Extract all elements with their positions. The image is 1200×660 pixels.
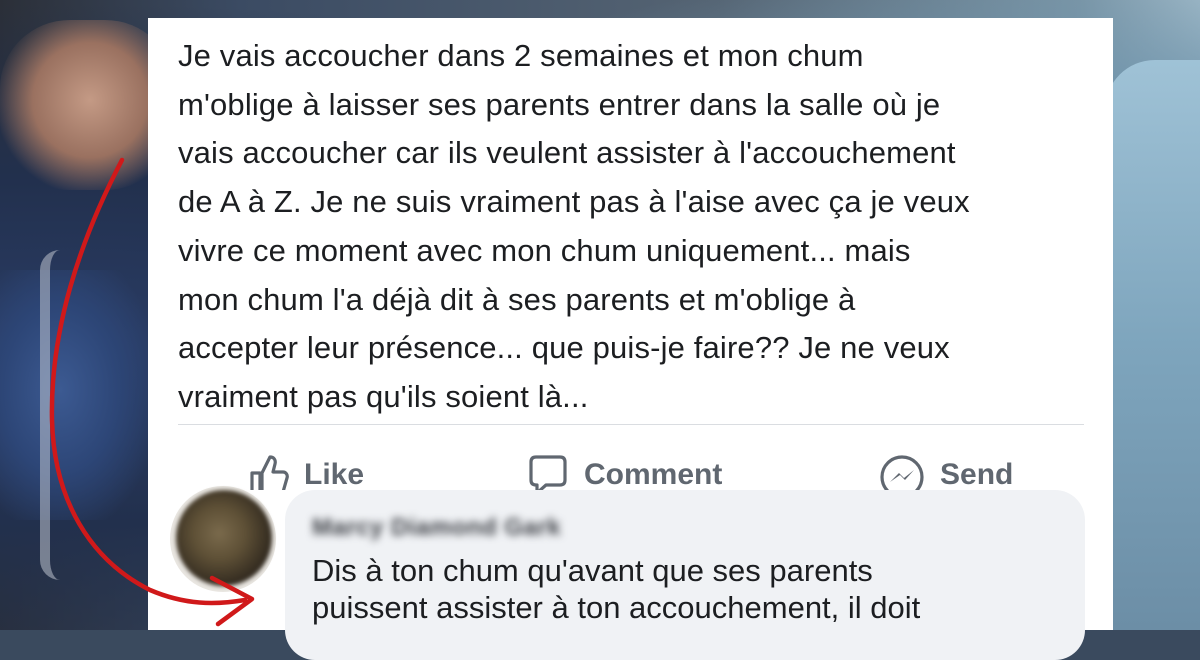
comment-button[interactable]: Comment (526, 450, 722, 490)
post-text: Je vais accoucher dans 2 semaines et mon… (178, 38, 970, 414)
messenger-icon (878, 453, 926, 490)
comment-author[interactable]: Marcy Diamond Gark (312, 514, 561, 542)
comment-bubble-icon (526, 453, 570, 490)
comment-text: Dis à ton chum qu'avant que ses parents … (312, 553, 921, 625)
thumbs-up-icon (246, 453, 290, 490)
avatar[interactable] (176, 490, 272, 586)
send-label: Send (940, 458, 1014, 490)
like-label: Like (304, 458, 365, 490)
comment-bubble: Marcy Diamond Gark Dis à ton chum qu'ava… (285, 490, 1085, 660)
like-button[interactable]: Like (246, 450, 364, 490)
send-button[interactable]: Send (878, 450, 1013, 490)
background-bed-rail (40, 250, 160, 580)
comment-label: Comment (584, 458, 723, 490)
divider (178, 424, 1084, 425)
background-gown-right (1105, 60, 1200, 630)
